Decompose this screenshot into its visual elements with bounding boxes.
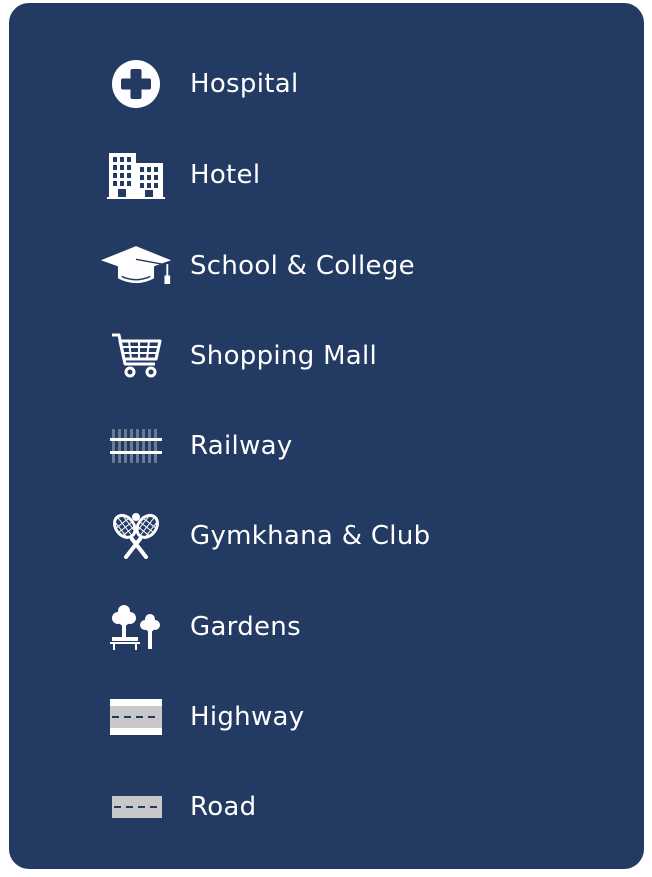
graduation-cap-icon	[99, 236, 173, 296]
legend-item-gymkhana-club: Gymkhana & Club	[9, 506, 644, 566]
legend-item-highway: Highway	[9, 687, 644, 747]
legend-item-shopping-mall: Shopping Mall	[9, 326, 644, 386]
legend-label-highway: Highway	[190, 702, 305, 732]
legend-label-road: Road	[190, 792, 257, 822]
legend-item-school-college: School & College	[9, 236, 644, 296]
legend-label-school-college: School & College	[190, 251, 415, 281]
legend-item-road: Road	[9, 777, 644, 837]
legend-item-railway: Railway	[9, 416, 644, 476]
map-legend-panel: Hospital Hotel School & College Shopping…	[7, 1, 646, 871]
legend-label-hotel: Hotel	[190, 160, 261, 190]
highway-icon	[99, 687, 173, 747]
hotel-building-icon	[99, 145, 173, 205]
railway-track-icon	[99, 416, 173, 476]
garden-trees-bench-icon	[99, 597, 173, 657]
legend-label-gymkhana-club: Gymkhana & Club	[190, 521, 431, 551]
legend-label-railway: Railway	[190, 431, 293, 461]
legend-label-hospital: Hospital	[190, 69, 299, 99]
legend-item-hotel: Hotel	[9, 145, 644, 205]
road-icon	[99, 777, 173, 837]
shopping-cart-icon	[99, 326, 173, 386]
tennis-rackets-icon	[99, 506, 173, 566]
hospital-cross-icon	[99, 54, 173, 114]
legend-label-gardens: Gardens	[190, 612, 301, 642]
legend-item-hospital: Hospital	[9, 54, 644, 114]
legend-item-gardens: Gardens	[9, 597, 644, 657]
legend-label-shopping-mall: Shopping Mall	[190, 341, 378, 371]
